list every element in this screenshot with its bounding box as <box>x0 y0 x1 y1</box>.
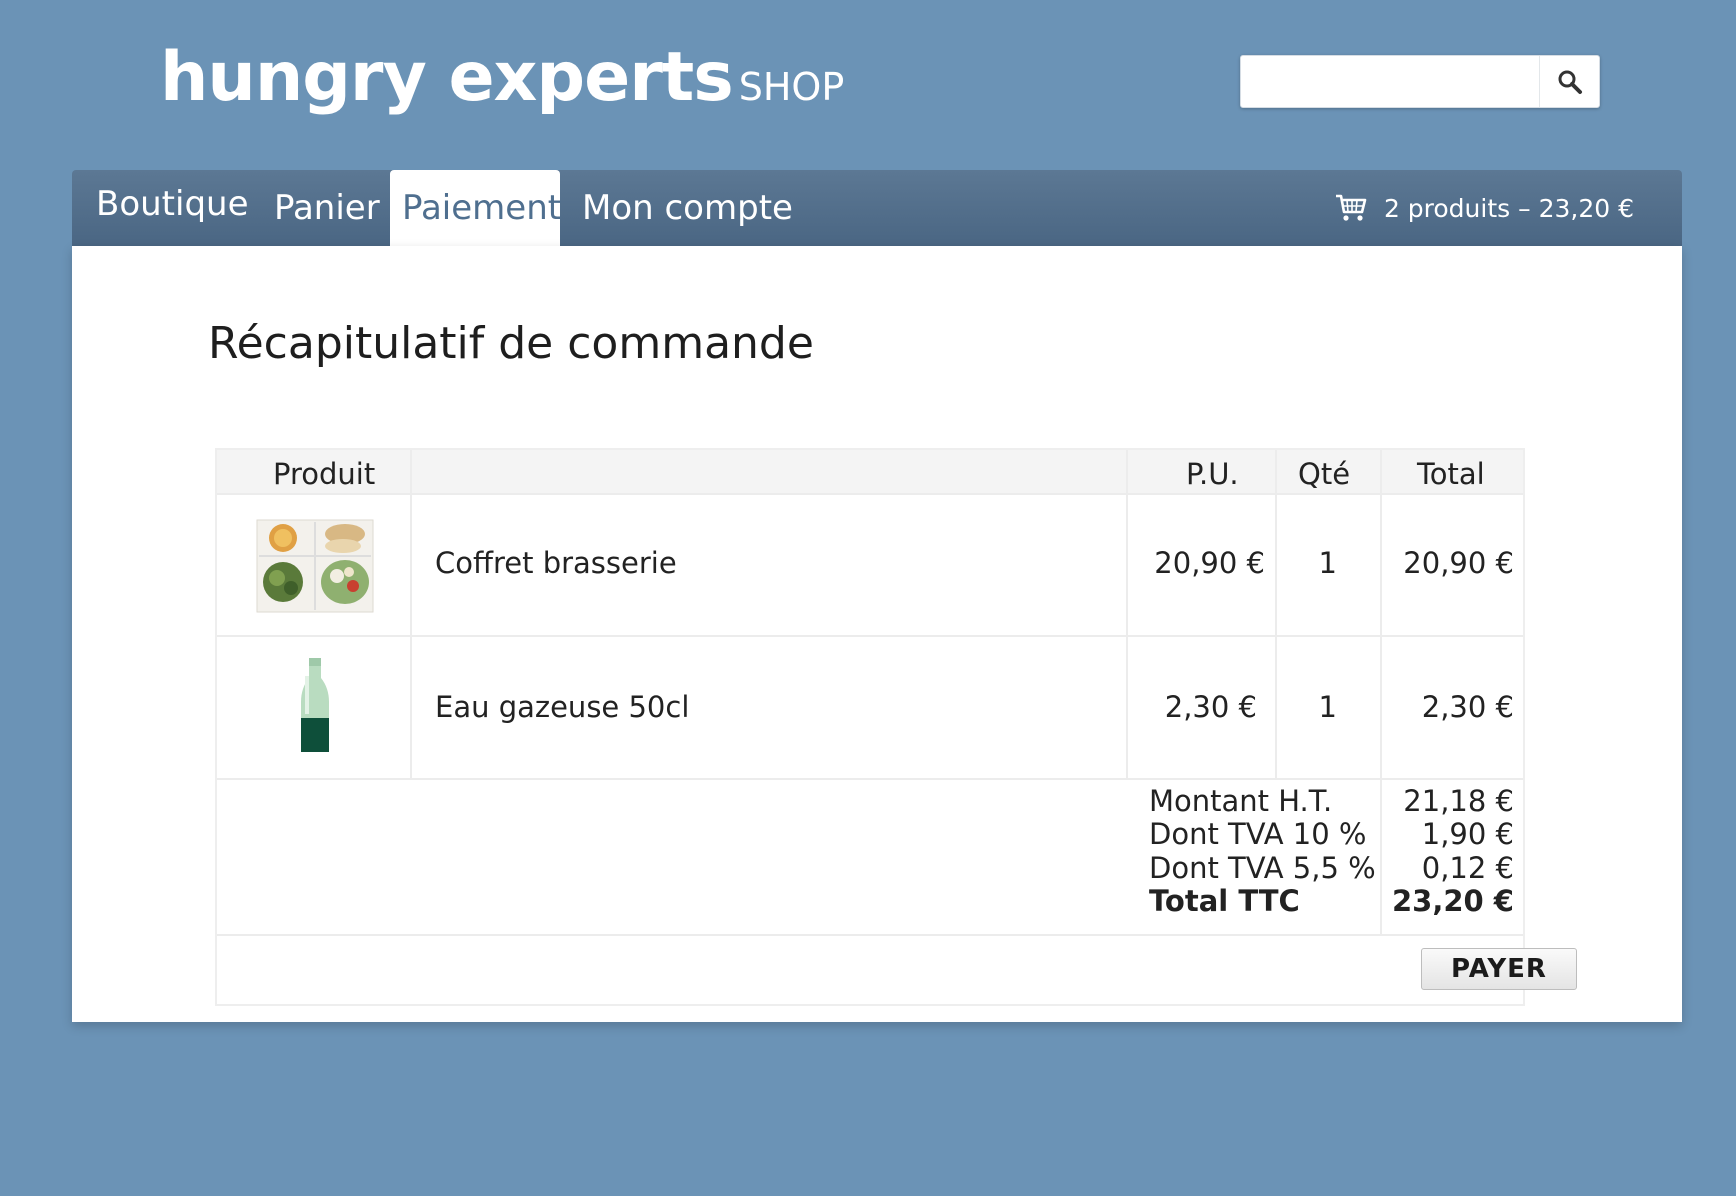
tab-mon-compte[interactable]: Mon compte <box>582 170 793 246</box>
product-name: Eau gazeuse 50cl <box>435 690 690 724</box>
brand-name: hungry experts <box>160 38 734 117</box>
tab-paiement[interactable]: Paiement <box>390 170 561 246</box>
row-total: 2,30 € <box>1421 690 1514 724</box>
summary-label-tva55: Dont TVA 5,5 % <box>1149 851 1376 885</box>
col-header-pu: P.U. <box>1186 457 1239 491</box>
quantity: 1 <box>1318 546 1337 580</box>
water-bottle-thumbnail <box>301 658 329 752</box>
content-panel: Récapitulatif de commande Produit P.U. Q… <box>72 246 1682 1022</box>
row-total: 20,90 € <box>1403 546 1514 580</box>
summary-value-ht: 21,18 € <box>1403 784 1514 818</box>
brand-suffix: SHOP <box>738 65 845 109</box>
col-header-produit: Produit <box>273 457 376 491</box>
quantity: 1 <box>1318 690 1337 724</box>
cart-summary[interactable]: 2 produits – 23,20 € <box>1334 170 1634 246</box>
summary-value-ttc: 23,20 € <box>1391 884 1514 918</box>
search-button[interactable] <box>1539 56 1599 107</box>
page: hungry experts SHOP Boutique Panier Paiem… <box>0 0 1736 1196</box>
page-title: Récapitulatif de commande <box>208 318 814 369</box>
unit-price: 2,30 € <box>1164 690 1257 724</box>
meal-box-thumbnail <box>256 519 374 613</box>
pay-button[interactable]: PAYER <box>1421 948 1577 990</box>
search-icon <box>1558 70 1582 94</box>
brand-logo[interactable]: hungry experts SHOP <box>160 38 844 117</box>
main-nav: Boutique Panier Paiement Mon compte 2 pr… <box>72 170 1682 246</box>
order-table: Produit P.U. Qté Total Coffret brasserie… <box>215 448 1577 1006</box>
tab-boutique[interactable]: Boutique <box>96 166 249 242</box>
col-header-total: Total <box>1417 457 1485 491</box>
cart-icon <box>1335 194 1367 221</box>
summary-value-tva10: 1,90 € <box>1421 817 1514 851</box>
search-input[interactable] <box>1241 56 1539 107</box>
unit-price: 20,90 € <box>1154 546 1265 580</box>
tab-panier[interactable]: Panier <box>274 170 380 246</box>
summary-label-tva10: Dont TVA 10 % <box>1149 817 1367 851</box>
col-header-qte: Qté <box>1298 457 1351 491</box>
cart-summary-text: 2 produits – 23,20 € <box>1383 193 1634 223</box>
summary-label-ht: Montant H.T. <box>1149 784 1333 818</box>
summary-value-tva55: 0,12 € <box>1421 851 1514 885</box>
summary-label-ttc: Total TTC <box>1149 884 1300 918</box>
search-box <box>1240 55 1600 108</box>
product-name: Coffret brasserie <box>435 546 677 580</box>
